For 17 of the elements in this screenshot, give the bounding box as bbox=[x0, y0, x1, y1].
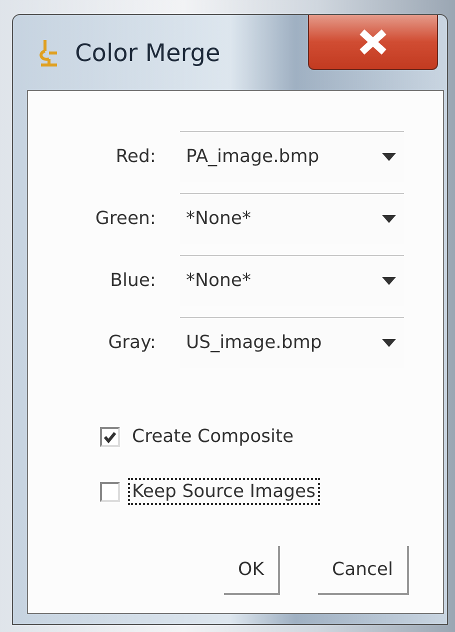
checkbox[interactable] bbox=[100, 426, 120, 446]
window-title: Color Merge bbox=[75, 38, 220, 66]
checkbox[interactable] bbox=[100, 482, 120, 502]
channel-label: Gray: bbox=[108, 332, 156, 352]
dialog-button[interactable]: Cancel bbox=[318, 546, 409, 595]
checkbox-label[interactable]: Create Composite bbox=[128, 423, 298, 450]
channel-label: Blue: bbox=[110, 270, 156, 290]
caret-icon bbox=[382, 338, 396, 346]
channel-label: Red: bbox=[116, 146, 156, 166]
caret-icon bbox=[382, 214, 396, 222]
caret-icon bbox=[382, 276, 396, 284]
close-button[interactable] bbox=[308, 15, 438, 70]
dialog-button[interactable]: OK bbox=[224, 546, 280, 595]
caret-icon bbox=[382, 152, 396, 160]
microscope-icon bbox=[39, 38, 59, 66]
channel-label: Green: bbox=[95, 208, 156, 228]
checkbox-label[interactable]: Keep Source Images bbox=[128, 478, 320, 505]
